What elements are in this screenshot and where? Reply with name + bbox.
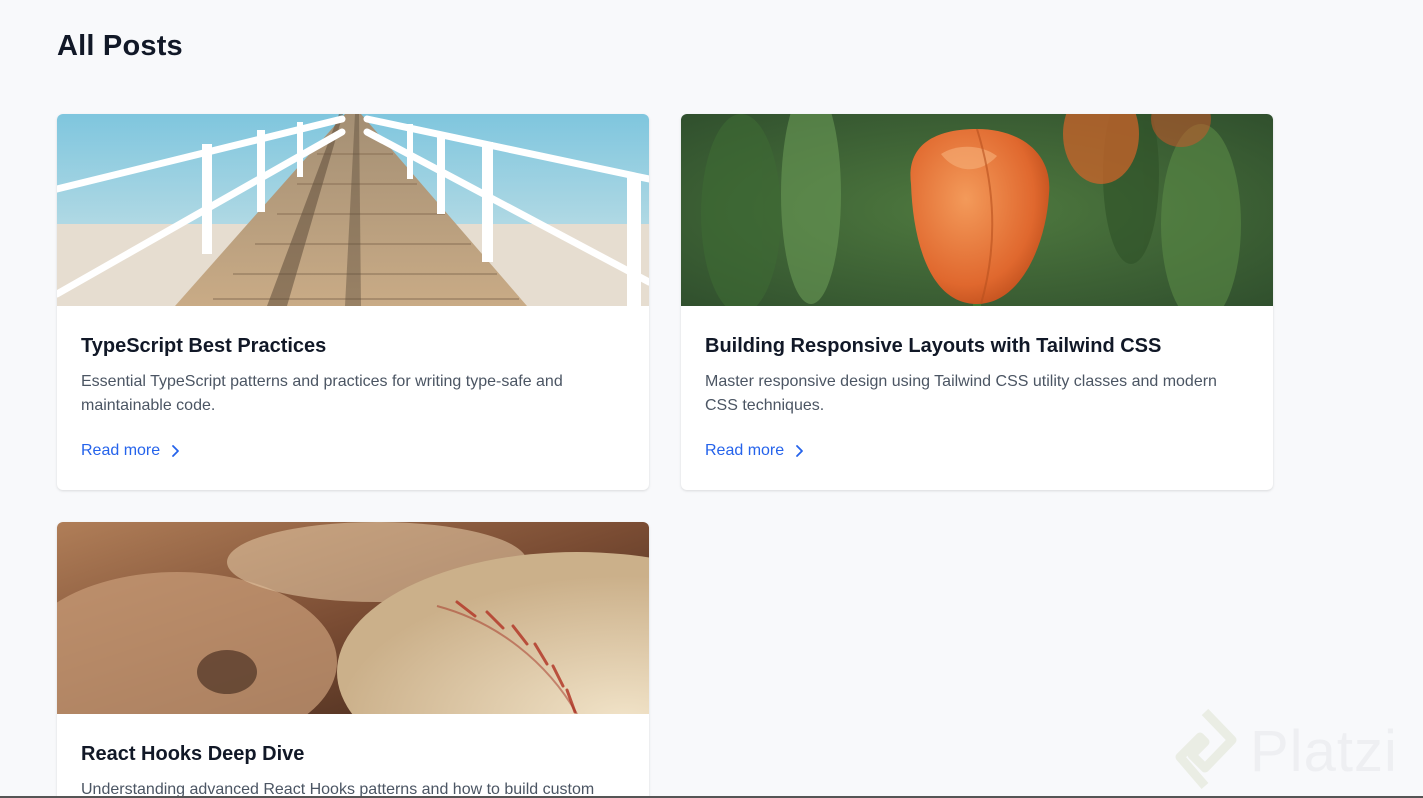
post-image-tulips[interactable] [681, 114, 1273, 306]
post-excerpt: Essential TypeScript patterns and practi… [81, 373, 563, 414]
page-title: All Posts [57, 30, 183, 62]
post-title[interactable]: Building Responsive Layouts with Tailwin… [705, 332, 1249, 360]
read-more-link[interactable]: Read more [81, 442, 182, 460]
chevron-right-icon [796, 445, 804, 457]
post-card[interactable]: Building Responsive Layouts with Tailwin… [681, 114, 1273, 490]
post-excerpt: Understanding advanced React Hooks patte… [81, 781, 595, 798]
read-more-label: Read more [81, 442, 161, 459]
platzi-logo-icon [1175, 708, 1237, 789]
post-image-pier[interactable] [57, 114, 649, 306]
post-title[interactable]: React Hooks Deep Dive [81, 740, 625, 768]
platzi-watermark: Platzi [1168, 706, 1418, 796]
post-title[interactable]: TypeScript Best Practices [81, 332, 625, 360]
post-excerpt: Master responsive design using Tailwind … [705, 373, 1217, 414]
post-card[interactable]: React Hooks Deep Dive Understanding adva… [57, 522, 649, 798]
chevron-right-icon [172, 445, 180, 457]
blog-page: All Posts TypeScript Best Practices Esse… [0, 0, 1423, 798]
post-image-baseball[interactable] [57, 522, 649, 714]
watermark-text: Platzi [1250, 719, 1398, 784]
read-more-label: Read more [705, 442, 785, 459]
post-card[interactable]: TypeScript Best Practices Essential Type… [57, 114, 649, 490]
read-more-link[interactable]: Read more [705, 442, 806, 460]
